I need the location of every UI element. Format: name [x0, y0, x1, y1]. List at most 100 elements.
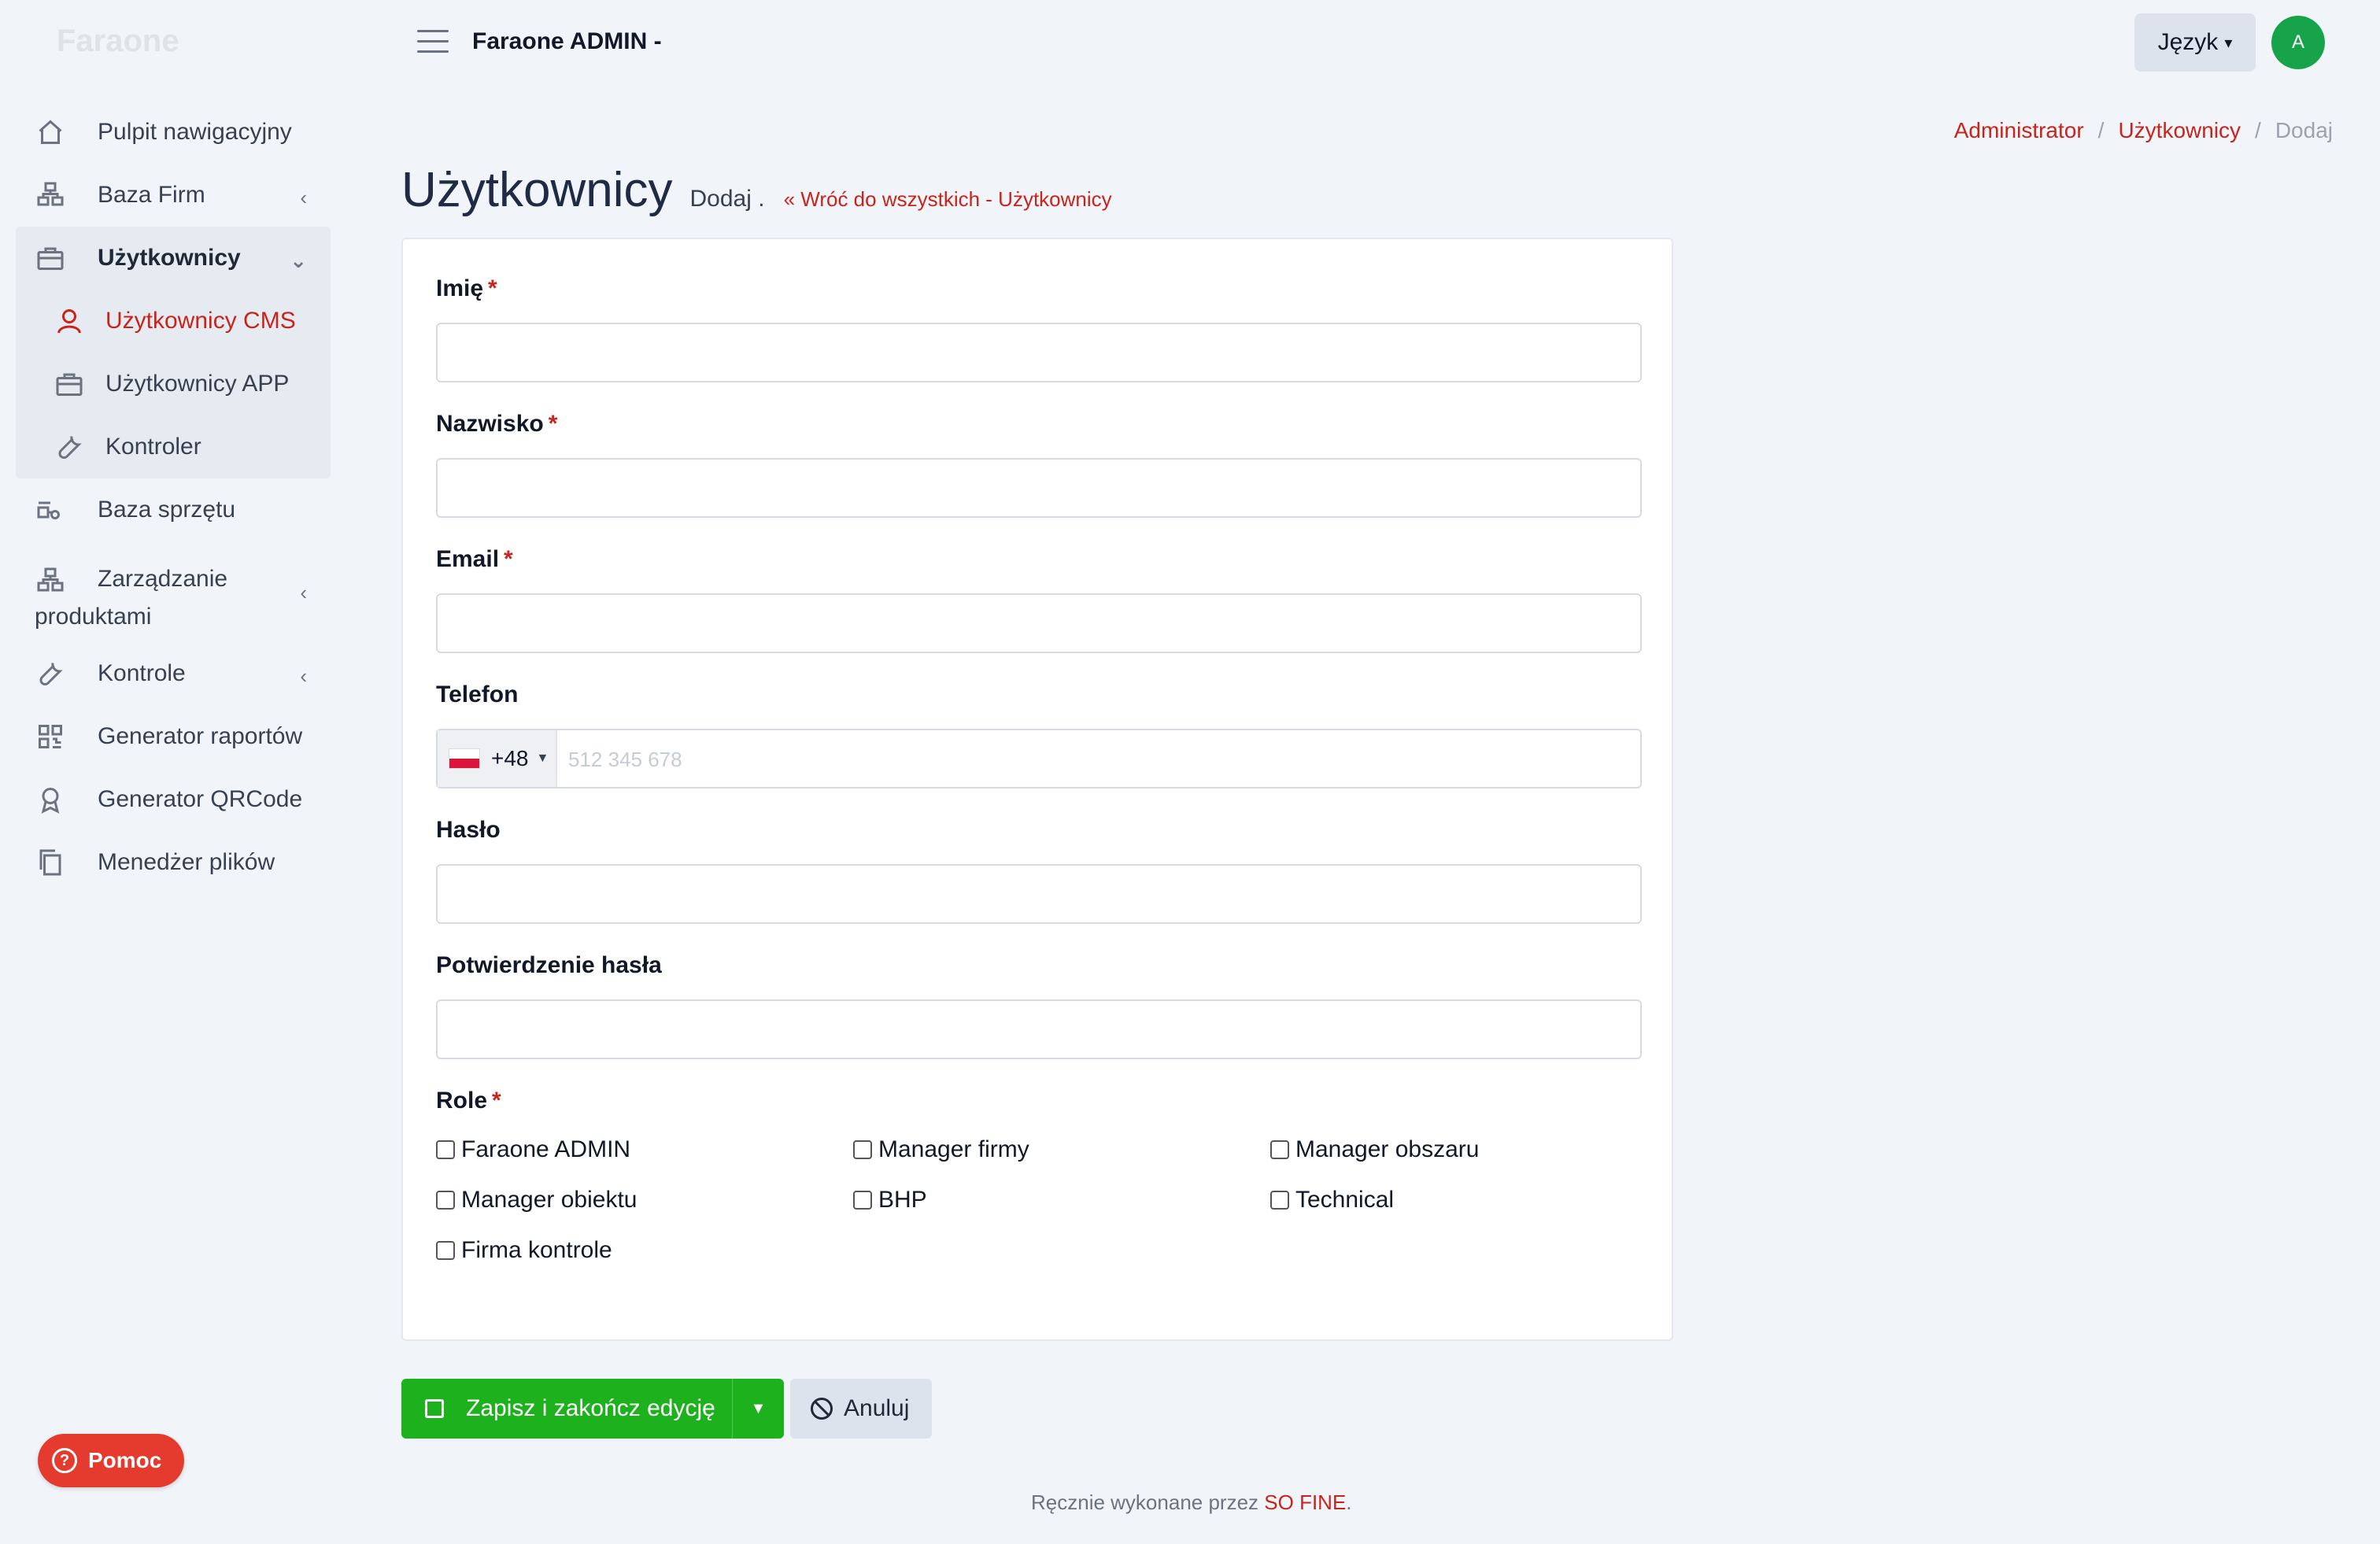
- sidebar-item-inspections[interactable]: Kontrole ‹: [16, 642, 331, 705]
- sidebar-item-users-app[interactable]: Użytkownicy APP: [16, 353, 331, 416]
- chevron-left-icon: ‹: [300, 186, 307, 209]
- sidebar-item-label: Menedżer plików: [98, 849, 275, 875]
- language-dropdown[interactable]: Język ▾: [2134, 13, 2256, 72]
- avatar[interactable]: A: [2271, 16, 2325, 69]
- role-label: Manager obiektu: [461, 1187, 638, 1213]
- chevron-left-icon: ‹: [300, 664, 307, 688]
- checkbox[interactable]: [436, 1140, 455, 1159]
- qr-icon: [35, 721, 66, 752]
- first-name-label-text: Imię: [436, 275, 484, 301]
- role-label: Technical: [1295, 1187, 1395, 1213]
- roles-label-text: Role: [436, 1088, 488, 1114]
- sidebar-item-label: Baza Firm: [98, 182, 205, 208]
- checkbox[interactable]: [853, 1140, 872, 1159]
- caret-down-icon: ▼: [536, 752, 549, 765]
- last-name-field[interactable]: [436, 458, 1642, 518]
- sidebar-item-label: Generator raportów: [98, 723, 303, 749]
- last-name-label-text: Nazwisko: [436, 411, 544, 437]
- home-icon: [35, 116, 66, 148]
- role-label: BHP: [878, 1187, 927, 1213]
- last-name-label: Nazwisko *: [436, 411, 557, 438]
- sidebar-item-equipment[interactable]: Baza sprzętu: [16, 478, 331, 541]
- sidebar-item-users-cms[interactable]: Użytkownicy CMS: [16, 290, 331, 353]
- role-checkbox-faraone-admin[interactable]: Faraone ADMIN: [436, 1136, 630, 1163]
- checkbox[interactable]: [853, 1191, 872, 1210]
- app-title: Faraone ADMIN -: [472, 28, 662, 54]
- save-options-dropdown[interactable]: ▼: [732, 1379, 784, 1439]
- caret-down-icon: ▾: [2224, 34, 2233, 52]
- checkbox[interactable]: [436, 1191, 455, 1210]
- checkbox[interactable]: [436, 1241, 455, 1260]
- phone-field[interactable]: +48 ▼ 512 345 678: [436, 729, 1642, 789]
- sidebar-group-users: Użytkownicy ⌄ Użytkownicy CMS Użytkownic…: [16, 227, 331, 478]
- breadcrumb-separator: /: [2255, 118, 2261, 142]
- breadcrumb-current: Dodaj: [2275, 118, 2333, 142]
- sidebar-item-users[interactable]: Użytkownicy ⌄: [16, 227, 331, 290]
- sidebar-item-files[interactable]: Menedżer plików: [16, 831, 331, 894]
- phone-placeholder: 512 345 678: [568, 748, 682, 771]
- email-field[interactable]: [436, 593, 1642, 653]
- first-name-field[interactable]: [436, 323, 1642, 382]
- sidebar-item-controller[interactable]: Kontroler: [16, 416, 331, 478]
- breadcrumb-administrator[interactable]: Administrator: [1954, 118, 2084, 143]
- brand-logo[interactable]: Faraone: [57, 24, 179, 59]
- building-icon: [35, 179, 66, 211]
- sidebar-item-products[interactable]: Zarządzanie produktami ‹: [16, 541, 331, 642]
- cancel-button[interactable]: Anuluj: [790, 1379, 932, 1439]
- password-confirm-field[interactable]: [436, 999, 1642, 1059]
- wrench-icon: [54, 431, 85, 463]
- sidebar-item-label: Kontrole: [98, 660, 186, 686]
- page-subtitle: Dodaj .: [689, 186, 765, 212]
- sidebar-item-label: Pulpit nawigacyjny: [98, 119, 292, 145]
- checkbox[interactable]: [1270, 1191, 1289, 1210]
- footer-link[interactable]: SO FINE: [1264, 1490, 1346, 1514]
- equipment-icon: [35, 494, 66, 526]
- sidebar-item-reports[interactable]: Generator raportów: [16, 705, 331, 768]
- sidebar-item-label: Zarządzanie produktami: [35, 566, 228, 630]
- role-checkbox-manager-obiektu[interactable]: Manager obiektu: [436, 1187, 637, 1213]
- sidebar-item-companies[interactable]: Baza Firm ‹: [16, 164, 331, 227]
- checkbox[interactable]: [1270, 1140, 1289, 1159]
- role-checkbox-manager-obszaru[interactable]: Manager obszaru: [1270, 1136, 1479, 1163]
- chevron-down-icon: ⌄: [290, 249, 307, 272]
- breadcrumb: Administrator / Użytkownicy / Dodaj: [1954, 118, 2333, 143]
- building-icon: [35, 565, 66, 597]
- role-checkbox-technical[interactable]: Technical: [1270, 1187, 1394, 1213]
- role-checkbox-bhp[interactable]: BHP: [853, 1187, 927, 1213]
- password-field[interactable]: [436, 864, 1642, 924]
- poland-flag-icon: [449, 748, 480, 769]
- required-mark: *: [548, 411, 558, 437]
- back-link[interactable]: « Wróć do wszystkich - Użytkownicy: [784, 187, 1112, 212]
- role-checkbox-firma-kontrole[interactable]: Firma kontrole: [436, 1237, 612, 1264]
- email-label-text: Email: [436, 546, 500, 572]
- help-button[interactable]: ? Pomoc: [38, 1434, 184, 1487]
- user-icon: [54, 305, 85, 337]
- role-checkbox-manager-firmy[interactable]: Manager firmy: [853, 1136, 1029, 1163]
- save-button-label: Zapisz i zakończ edycję: [466, 1395, 715, 1421]
- role-label: Firma kontrole: [461, 1237, 612, 1263]
- phone-label: Telefon: [436, 682, 519, 707]
- required-mark: *: [492, 1088, 501, 1114]
- save-icon: [425, 1399, 444, 1418]
- roles-label: Role *: [436, 1088, 501, 1114]
- breadcrumb-users[interactable]: Użytkownicy: [2118, 118, 2241, 143]
- required-mark: *: [504, 546, 513, 572]
- files-icon: [35, 847, 66, 878]
- sidebar-item-label: Użytkownicy CMS: [105, 308, 296, 334]
- menu-toggle-icon[interactable]: [417, 30, 449, 55]
- wrench-icon: [35, 658, 66, 689]
- user-form-card: Imię * Nazwisko * Email * Telefon +48 ▼ 512…: [401, 238, 1673, 1341]
- ban-icon: [811, 1398, 833, 1420]
- password-confirm-label: Potwierdzenie hasła: [436, 952, 662, 978]
- save-and-finish-button[interactable]: Zapisz i zakończ edycję ▼: [401, 1379, 784, 1439]
- footer-suffix: .: [1346, 1490, 1352, 1514]
- required-mark: *: [488, 275, 497, 301]
- sidebar-item-dashboard[interactable]: Pulpit nawigacyjny: [16, 101, 331, 164]
- country-code: +48: [491, 746, 529, 770]
- role-label: Manager firmy: [878, 1136, 1029, 1162]
- sidebar-nav: Pulpit nawigacyjny Baza Firm ‹ Użytkowni…: [16, 101, 331, 894]
- sidebar-item-qrcode[interactable]: Generator QRCode: [16, 768, 331, 831]
- country-code-dropdown[interactable]: +48 ▼: [438, 730, 557, 787]
- sidebar-item-label: Użytkownicy APP: [105, 371, 290, 397]
- briefcase-icon: [54, 368, 85, 400]
